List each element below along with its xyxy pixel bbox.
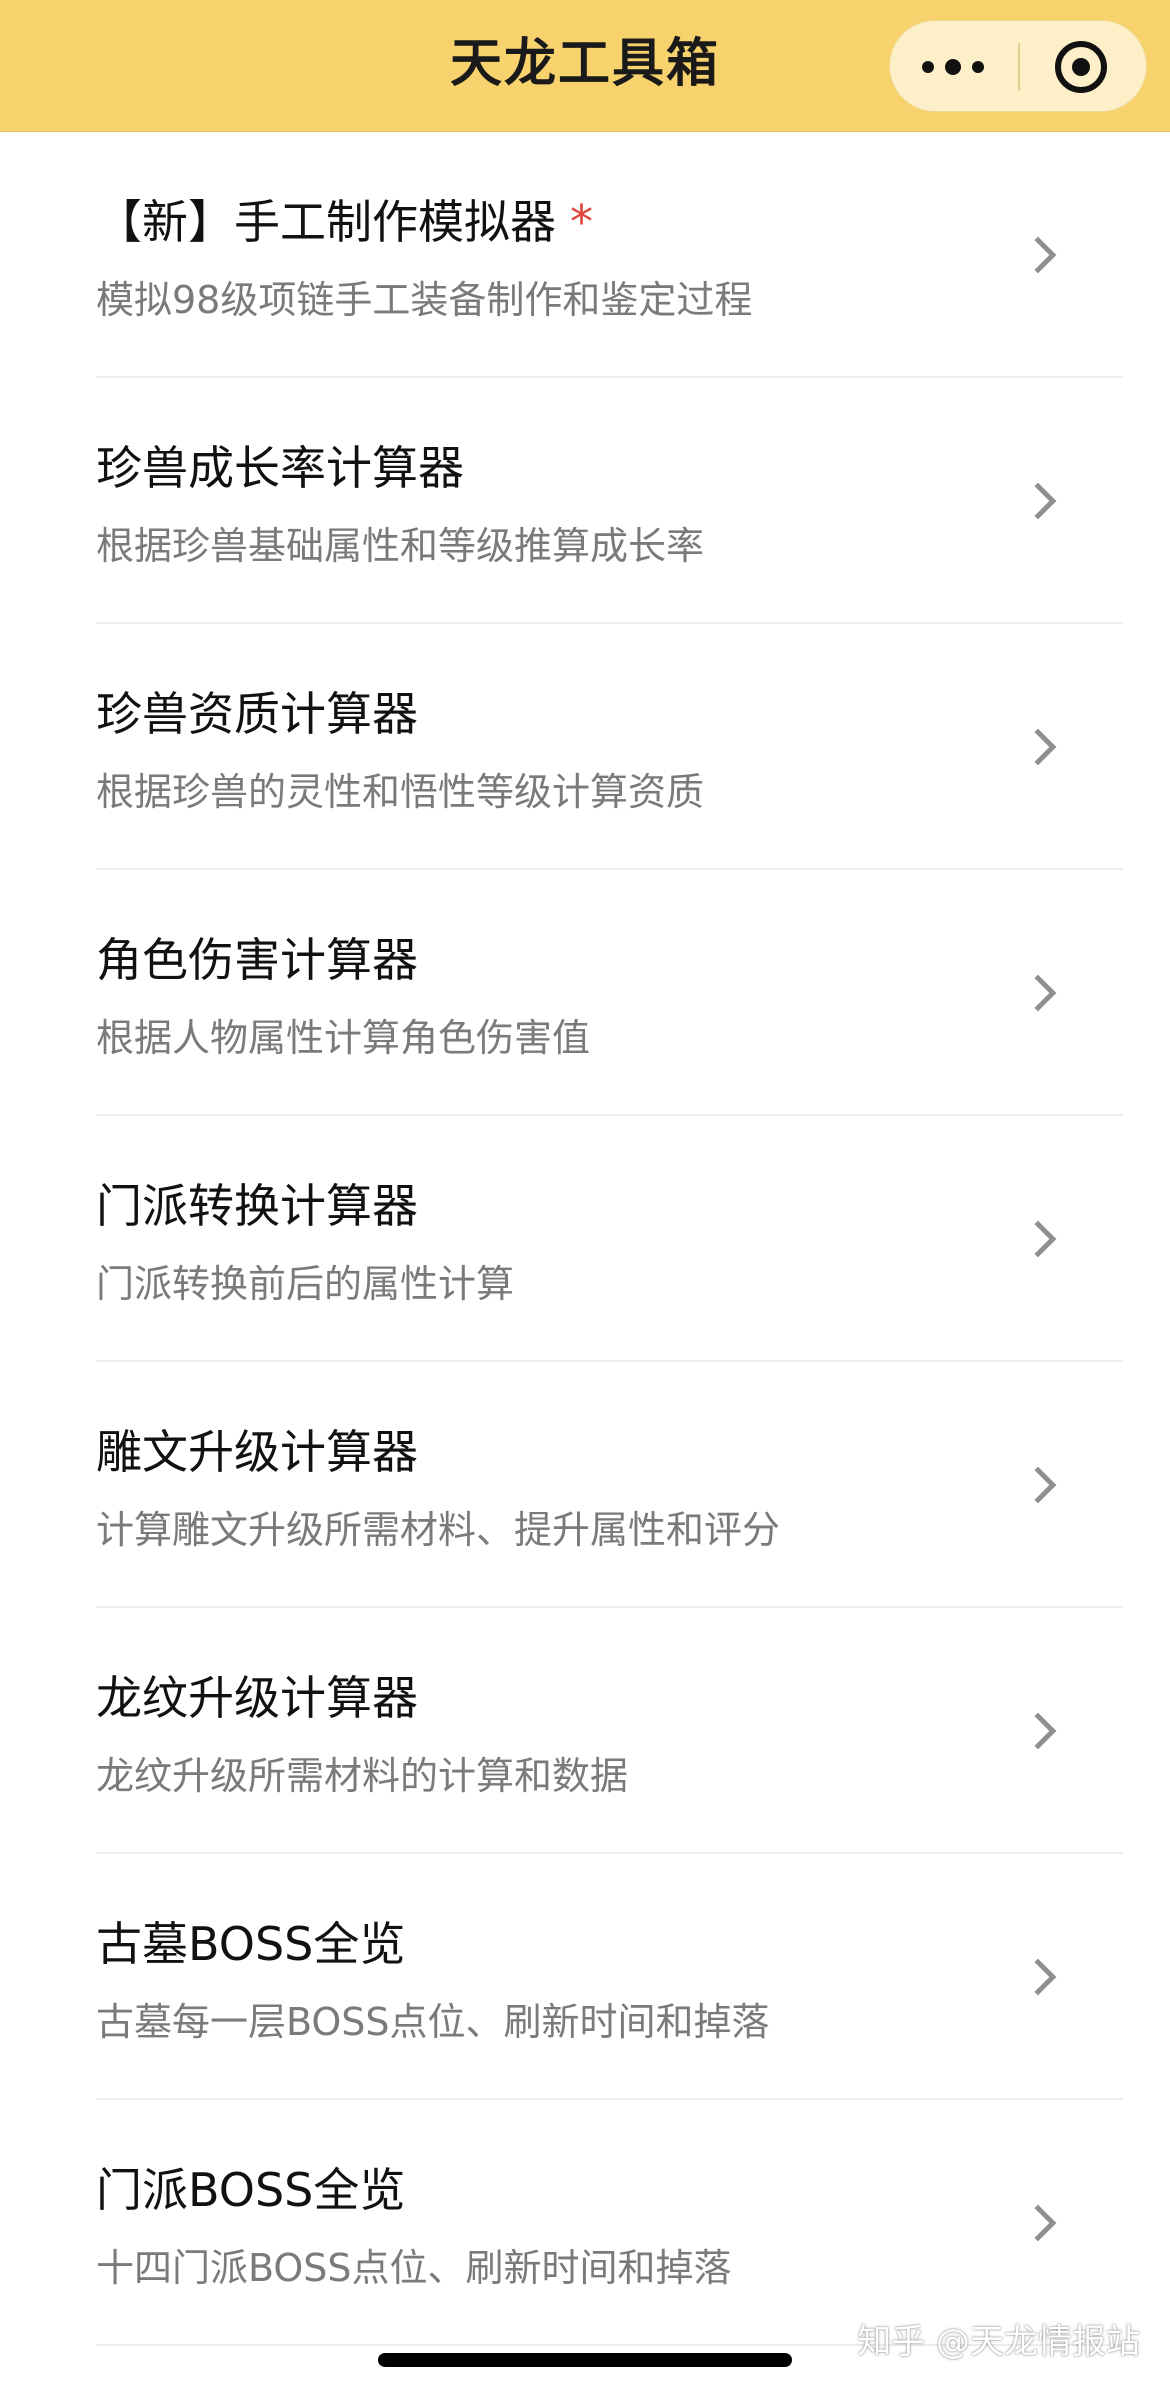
chevron-right-icon (1019, 1712, 1057, 1750)
tool-item-glyph-upgrade-calculator[interactable]: 雕文升级计算器 计算雕文升级所需材料、提升属性和评分 (0, 1362, 1170, 1608)
chevron-right-icon (1019, 2204, 1057, 2242)
navigation-bar: 天龙工具箱 (0, 0, 1170, 132)
tool-subtitle: 计算雕文升级所需材料、提升属性和评分 (96, 1508, 781, 1552)
tool-subtitle: 根据人物属性计算角色伤害值 (96, 1016, 591, 1060)
watermark: 知乎 @天龙情报站 (857, 2322, 1140, 2362)
tool-list: 【新】手工制作模拟器 * 模拟98级项链手工装备制作和鉴定过程 珍兽成长率计算器 … (0, 132, 1170, 2346)
tool-item-sect-conversion-calculator[interactable]: 门派转换计算器 门派转换前后的属性计算 (0, 1116, 1170, 1362)
chevron-right-icon (1019, 728, 1057, 766)
tool-title: 珍兽成长率计算器 (96, 441, 464, 495)
tool-title: 雕文升级计算器 (96, 1425, 418, 1479)
tool-title: 门派转换计算器 (96, 1179, 418, 1233)
tool-subtitle: 龙纹升级所需材料的计算和数据 (96, 1754, 629, 1798)
new-badge: * (570, 195, 593, 249)
tool-item-damage-calculator[interactable]: 角色伤害计算器 根据人物属性计算角色伤害值 (0, 870, 1170, 1116)
chevron-right-icon (1019, 1220, 1057, 1258)
tool-subtitle: 模拟98级项链手工装备制作和鉴定过程 (96, 278, 753, 322)
tool-item-sect-boss-overview[interactable]: 门派BOSS全览 十四门派BOSS点位、刷新时间和掉落 (0, 2100, 1170, 2346)
mini-program-capsule (889, 20, 1147, 112)
tool-subtitle: 古墓每一层BOSS点位、刷新时间和掉落 (96, 2000, 770, 2044)
tool-subtitle: 根据珍兽的灵性和悟性等级计算资质 (96, 770, 705, 814)
tool-title: 角色伤害计算器 (96, 933, 418, 987)
tool-item-crafting-simulator[interactable]: 【新】手工制作模拟器 * 模拟98级项链手工装备制作和鉴定过程 (0, 132, 1170, 378)
chevron-right-icon (1019, 236, 1057, 274)
tool-title: 珍兽资质计算器 (96, 687, 418, 741)
tool-item-pet-aptitude-calculator[interactable]: 珍兽资质计算器 根据珍兽的灵性和悟性等级计算资质 (0, 624, 1170, 870)
tool-title: 龙纹升级计算器 (96, 1671, 418, 1725)
tool-title: 门派BOSS全览 (96, 2163, 406, 2217)
tool-subtitle: 门派转换前后的属性计算 (96, 1262, 515, 1306)
tool-item-tomb-boss-overview[interactable]: 古墓BOSS全览 古墓每一层BOSS点位、刷新时间和掉落 (0, 1854, 1170, 2100)
tool-title: 【新】手工制作模拟器 * (96, 195, 593, 249)
tool-item-dragon-pattern-calculator[interactable]: 龙纹升级计算器 龙纹升级所需材料的计算和数据 (0, 1608, 1170, 1854)
close-mini-program-button[interactable] (1020, 21, 1148, 113)
more-button[interactable] (890, 21, 1018, 113)
chevron-right-icon (1019, 1466, 1057, 1504)
tool-title: 古墓BOSS全览 (96, 1917, 406, 1971)
tool-subtitle: 根据珍兽基础属性和等级推算成长率 (96, 524, 705, 568)
home-indicator[interactable] (378, 2353, 792, 2367)
tool-item-pet-growth-calculator[interactable]: 珍兽成长率计算器 根据珍兽基础属性和等级推算成长率 (0, 378, 1170, 624)
chevron-right-icon (1019, 974, 1057, 1012)
tool-subtitle: 十四门派BOSS点位、刷新时间和掉落 (96, 2246, 732, 2290)
chevron-right-icon (1019, 482, 1057, 520)
chevron-right-icon (1019, 1958, 1057, 1996)
